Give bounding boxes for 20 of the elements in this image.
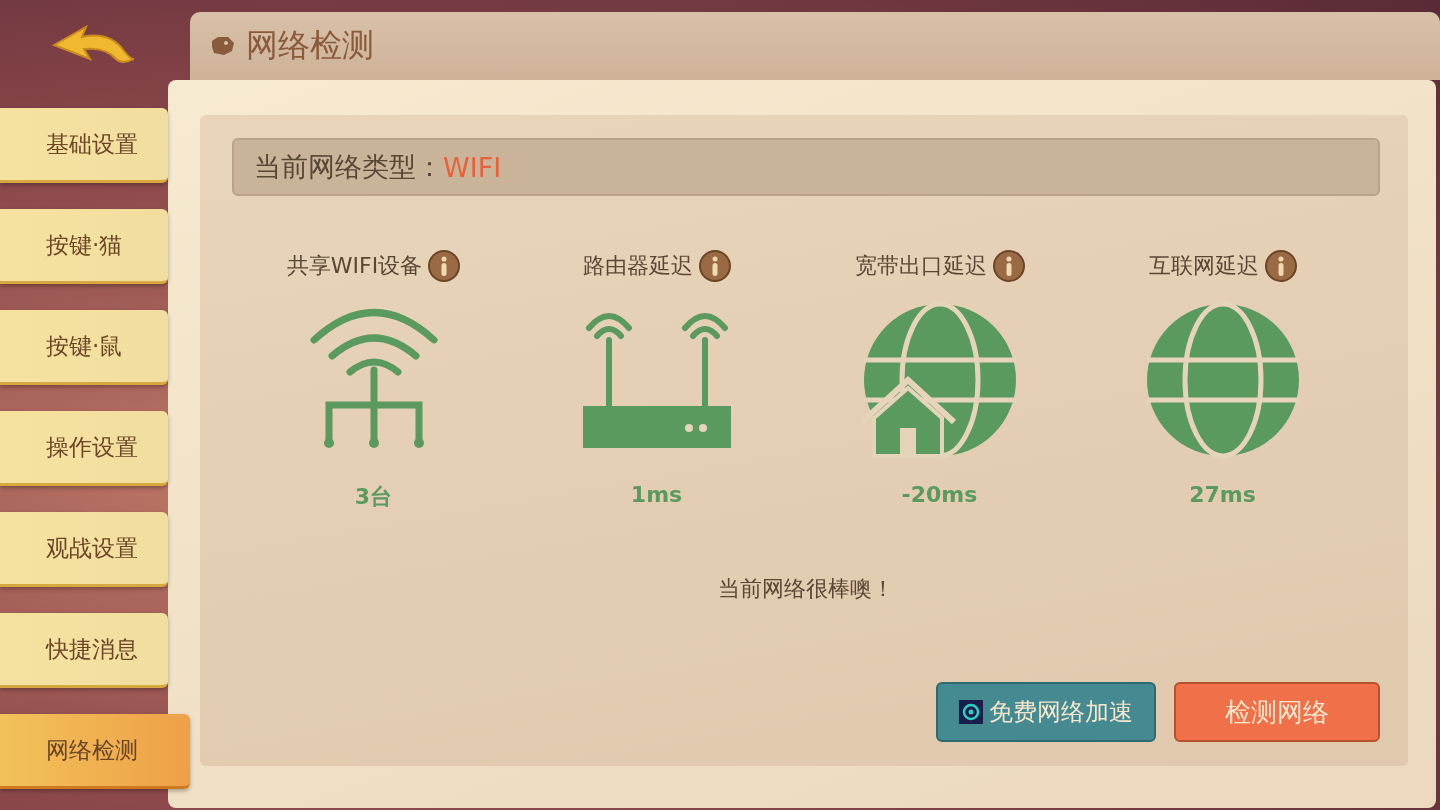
metric-label: 互联网延迟	[1148, 252, 1259, 280]
sidebar-tab[interactable]: 快捷消息	[0, 613, 168, 688]
sidebar-tab[interactable]: 按键·鼠	[0, 310, 168, 385]
metric-label: 宽带出口延迟	[854, 252, 987, 280]
metric-label: 路由器延迟	[582, 252, 693, 280]
metric-value: 27ms	[1189, 482, 1256, 507]
metric-label: 共享WIFI设备	[286, 252, 423, 280]
page-title: 网络检测	[246, 25, 374, 66]
status-message: 当前网络很棒噢！	[718, 575, 894, 603]
network-type-label: 当前网络类型：	[254, 150, 443, 184]
metric-value: 1ms	[630, 482, 683, 507]
sidebar-tab[interactable]: 观战设置	[0, 512, 168, 587]
sidebar-tab[interactable]: 基础设置	[0, 108, 168, 183]
sidebar-tab[interactable]: 网络检测	[0, 714, 190, 789]
metric-value: -20ms	[901, 482, 978, 507]
network-type-value: WIFI	[443, 151, 502, 183]
sidebar-tab[interactable]: 操作设置	[0, 411, 168, 486]
metric-value: 3台	[354, 483, 393, 511]
sidebar-tab[interactable]: 按键·猫	[0, 209, 168, 284]
boost-button[interactable]: 免费网络加速	[936, 682, 1156, 742]
